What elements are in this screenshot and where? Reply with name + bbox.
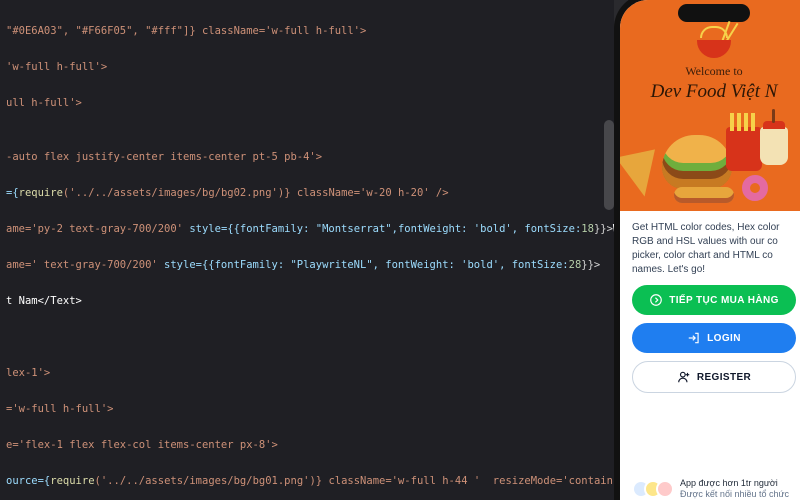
register-button-label: REGISTER: [697, 372, 751, 383]
hero-section: 10:12 Welcome to Dev Food Việt N: [620, 0, 800, 211]
footer-subtitle: Được kết nối nhiều tổ chức: [680, 489, 789, 500]
phone-notch: [678, 4, 750, 22]
login-button-label: LOGIN: [707, 333, 741, 344]
code-editor[interactable]: "#0E6A03", "#F66F05", "#fff"]} className…: [0, 0, 614, 500]
phone-screen[interactable]: 10:12 Welcome to Dev Food Việt N Get HTM…: [620, 0, 800, 500]
continue-button-label: TIẾP TỤC MUA HÀNG: [669, 295, 779, 306]
code-line: "#0E6A03", "#F66F05", "#fff"]} className…: [6, 22, 608, 40]
login-icon: [687, 331, 701, 345]
code-line: ='w-full h-full'>: [6, 400, 608, 418]
code-line: t Nam</Text>: [6, 292, 608, 310]
content-body: Get HTML color codes, Hex color RGB and …: [620, 211, 800, 478]
code-line: ull h-full'>: [6, 94, 608, 112]
description-text: Get HTML color codes, Hex color RGB and …: [632, 221, 796, 277]
brand-title: Dev Food Việt N: [620, 81, 800, 103]
avatar-stack: [632, 480, 674, 498]
footer-text: App được hơn 1tr người Được kết nối nhiề…: [680, 478, 789, 500]
code-line: ource={require('../../assets/images/bg/b…: [6, 472, 608, 490]
continue-button[interactable]: TIẾP TỤC MUA HÀNG: [632, 285, 796, 315]
code-line: 'w-full h-full'>: [6, 58, 608, 76]
code-line: ={require('../../assets/images/bg/bg02.p…: [6, 184, 608, 202]
code-line: -auto flex justify-center items-center p…: [6, 148, 608, 166]
phone-frame: 10:12 Welcome to Dev Food Việt N Get HTM…: [614, 0, 800, 500]
footer-title: App được hơn 1tr người: [680, 478, 789, 489]
login-button[interactable]: LOGIN: [632, 323, 796, 353]
right-circle-icon: [649, 293, 663, 307]
code-line: lex-1'>: [6, 364, 608, 382]
adduser-icon: [677, 370, 691, 384]
register-button[interactable]: REGISTER: [632, 361, 796, 393]
app-logo: [691, 22, 737, 60]
editor-scrollbar[interactable]: [604, 120, 614, 210]
code-line: e='flex-1 flex flex-col items-center px-…: [6, 436, 608, 454]
code-line: ame=' text-gray-700/200' style={{fontFam…: [6, 256, 608, 274]
hero-food-image: [620, 109, 800, 205]
footer: App được hơn 1tr người Được kết nối nhiề…: [620, 478, 800, 500]
simulator-panel: 10:12 Welcome to Dev Food Việt N Get HTM…: [614, 0, 800, 500]
code-line: ame='py-2 text-gray-700/200' style={{fon…: [6, 220, 608, 238]
welcome-text: Welcome to: [620, 64, 800, 79]
